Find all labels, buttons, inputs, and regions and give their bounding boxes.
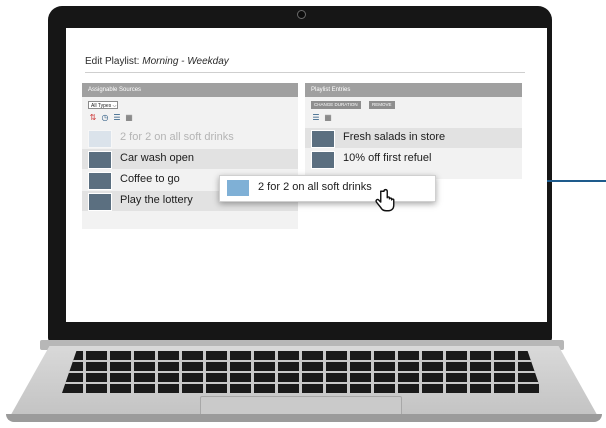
playlist-entries-panel: Playlist Entries CHANGE DURATION REMOVE … (305, 83, 522, 179)
clock-icon[interactable]: ◷ (100, 113, 110, 123)
laptop-base-edge (6, 414, 602, 422)
assignable-sources-header: Assignable Sources (82, 83, 298, 97)
change-duration-button[interactable]: CHANGE DURATION (311, 101, 361, 109)
laptop-keyboard (62, 351, 542, 393)
assignable-sources-panel: Assignable Sources All Types ⌵ ⇅ ◷ ☰ ▦ 2… (82, 83, 298, 229)
list-item-label: Car wash open (120, 152, 194, 164)
list-item-label: Coffee to go (120, 173, 180, 185)
list-item[interactable]: 10% off first refuel (305, 149, 522, 169)
thumbnail (88, 130, 112, 148)
playlist-name: Morning - Weekday (142, 56, 229, 67)
thumbnail (311, 130, 335, 148)
list-item-label: Fresh salads in store (343, 131, 446, 143)
list-view-icon[interactable]: ☰ (311, 113, 321, 123)
list-item[interactable]: Car wash open (82, 149, 298, 169)
list-view-icon[interactable]: ☰ (112, 113, 122, 123)
hand-cursor-icon (375, 188, 395, 212)
thumbnail (88, 151, 112, 169)
list-item-label: Play the lottery (120, 194, 193, 206)
list-item-label: 2 for 2 on all soft drinks (120, 131, 234, 143)
remove-button[interactable]: REMOVE (369, 101, 395, 109)
thumbnail (88, 172, 112, 190)
list-item[interactable]: Fresh salads in store (305, 128, 522, 148)
dragged-item[interactable]: 2 for 2 on all soft drinks (219, 175, 436, 202)
page-title: Edit Playlist: Morning - Weekday (85, 56, 229, 67)
thumbnail (311, 151, 335, 169)
list-item-label: 10% off first refuel (343, 152, 432, 164)
laptop-screen: Edit Playlist: Morning - Weekday Assigna… (66, 28, 547, 322)
grid-view-icon[interactable]: ▦ (124, 113, 134, 123)
grid-view-icon[interactable]: ▦ (323, 113, 333, 123)
camera-icon (297, 10, 306, 19)
title-divider (85, 72, 525, 73)
decorative-connector-line (547, 180, 606, 182)
list-item[interactable]: 2 for 2 on all soft drinks (82, 128, 298, 148)
sort-az-icon[interactable]: ⇅ (88, 113, 98, 123)
dragged-item-label: 2 for 2 on all soft drinks (258, 181, 372, 193)
thumbnail (88, 193, 112, 211)
thumbnail (226, 179, 250, 197)
type-filter-select[interactable]: All Types ⌵ (88, 101, 118, 109)
type-filter-value: All Types (91, 103, 112, 109)
laptop-trackpad (200, 396, 402, 416)
playlist-entries-header: Playlist Entries (305, 83, 522, 97)
